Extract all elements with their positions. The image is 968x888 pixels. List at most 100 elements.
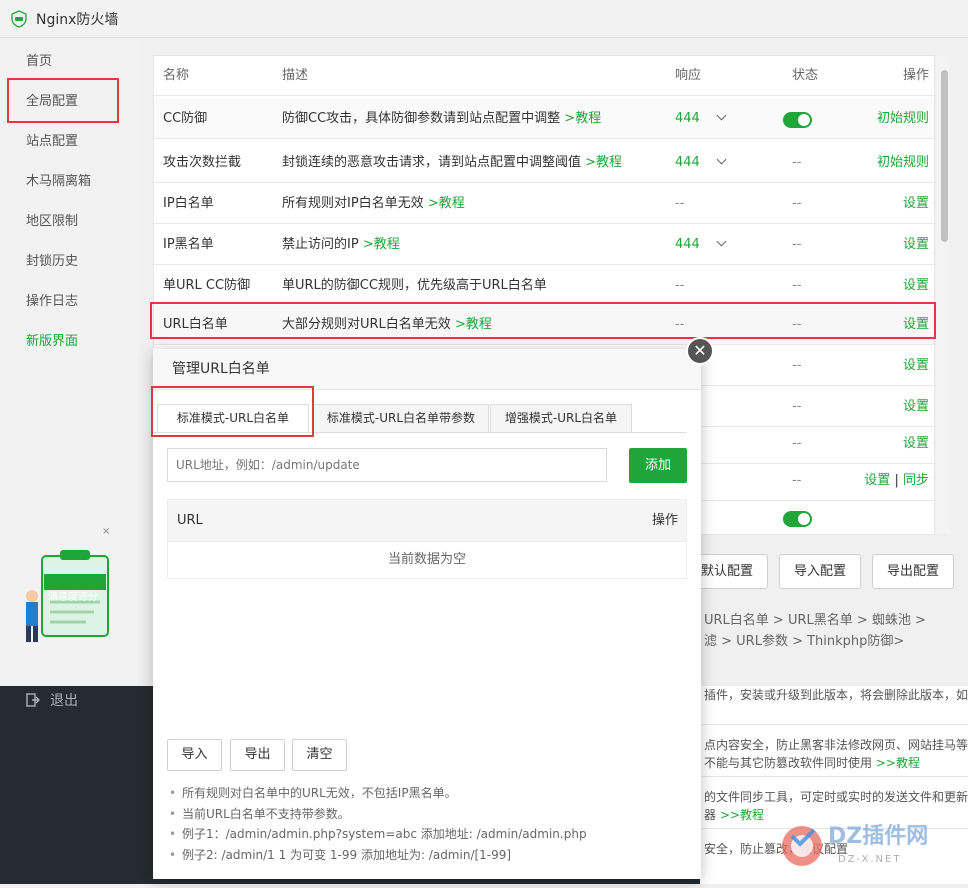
status-value: -- [792, 278, 802, 293]
plugin-desc: 不能与其它防篡改软件同时使用 >>教程 [704, 756, 920, 770]
tutorial-link[interactable]: >教程 [564, 111, 601, 126]
dz-watermark-logo: DZ插件网 DZ-X.NET [778, 808, 968, 884]
watermark-domain: DZ-X.NET [838, 854, 902, 865]
settings-sync-links: 设置 | 同步 [864, 461, 929, 501]
sidebar-item-trojan-quarantine[interactable]: 木马隔离箱 [26, 170, 91, 189]
rule-desc: 防御CC攻击，具体防御参数请到站点配置中调整 >教程 [282, 111, 602, 126]
add-button[interactable]: 添加 [629, 448, 687, 483]
col-url-header: URL [177, 513, 203, 528]
col-name-header: 名称 [163, 68, 190, 83]
empty-state: 当前数据为空 [167, 542, 687, 579]
plugin-desc: 点内容安全，防止黑客非法修改网页、网站挂马等入 [704, 738, 968, 752]
highlight-box-global-config [7, 78, 119, 123]
settings-link[interactable]: 设置 [903, 424, 929, 464]
response-select[interactable]: 444 [675, 143, 727, 183]
tutorial-link[interactable]: >>教程 [876, 756, 920, 770]
import-config-button[interactable]: 导入配置 [779, 554, 861, 589]
sidebar-item-region-limit[interactable]: 地区限制 [26, 210, 78, 229]
chevron-down-icon [716, 236, 727, 247]
export-button[interactable]: 导出 [230, 739, 285, 771]
plugin-desc: 器 >>教程 [704, 808, 764, 822]
settings-link[interactable]: 设置 [903, 184, 929, 224]
breadcrumb-line-1: URL白名单 > URL黑名单 > 蜘蛛池 > [704, 613, 926, 628]
highlight-box-active-tab [151, 386, 314, 437]
rule-desc: 所有规则对IP白名单无效 >教程 [282, 196, 465, 211]
sidebar-item-operation-log[interactable]: 操作日志 [26, 290, 78, 309]
shield-logo-icon [11, 9, 27, 28]
plugin-desc: 的文件同步工具，可定时或实时的发送文件和更新文 [704, 790, 968, 804]
import-button[interactable]: 导入 [167, 739, 222, 771]
link-separator: | [894, 473, 899, 488]
help-note: 所有规则对白名单中的URL无效，不包括IP黑名单。 [169, 783, 689, 804]
status-toggle[interactable] [783, 112, 812, 128]
highlight-box-url-whitelist-row [150, 302, 936, 339]
sidebar-item-new-ui[interactable]: 新版界面 [26, 330, 78, 349]
status-value: -- [792, 399, 802, 414]
url-input[interactable] [167, 448, 607, 482]
settings-link[interactable]: 设置 [903, 387, 929, 427]
window-titlebar: Nginx防火墙 [0, 0, 968, 38]
rule-desc: 单URL的防御CC规则，优先级高于URL白名单 [282, 278, 547, 293]
rule-desc: 封锁连续的恶意攻击请求，请到站点配置中调整阈值 >教程 [282, 155, 623, 170]
tutorial-link[interactable]: >教程 [585, 155, 622, 170]
status-value: -- [792, 237, 802, 252]
window-title: Nginx防火墙 [36, 11, 119, 28]
status-value: -- [792, 358, 802, 373]
status-value: -- [792, 473, 802, 488]
rule-name: IP白名单 [163, 196, 214, 211]
status-value: -- [792, 196, 802, 211]
help-notes: 所有规则对白名单中的URL无效，不包括IP黑名单。 当前URL白名单不支持带参数… [169, 783, 689, 865]
table-row: 攻击次数拦截 封锁连续的恶意攻击请求，请到站点配置中调整阈值 >教程 444 -… [154, 143, 934, 183]
init-rules-link[interactable]: 初始规则 [877, 143, 929, 183]
rule-name: IP黑名单 [163, 237, 214, 252]
response-select[interactable]: 444 [675, 99, 727, 139]
tab-enhanced-url-whitelist[interactable]: 增强模式-URL白名单 [490, 404, 632, 433]
breadcrumb-line-2: 滤 > URL参数 > Thinkphp防御> [704, 634, 905, 649]
col-resp-header: 响应 [675, 68, 702, 83]
sync-link[interactable]: 同步 [903, 473, 929, 488]
plugin-desc: 插件，安装或升级到此版本，将会删除此版本，如 [704, 688, 968, 702]
help-note: 例子2: /admin/1 1 为可变 1-99 添加地址为: /admin/[… [169, 845, 689, 866]
svg-text:×: × [102, 526, 110, 537]
sidebar-item-site-config[interactable]: 站点配置 [26, 130, 78, 149]
response-select[interactable]: 444 [675, 225, 727, 265]
col-desc-header: 描述 [282, 68, 309, 83]
status-toggle[interactable] [783, 511, 812, 527]
satisfaction-survey-widget[interactable]: × 满意度评分 [14, 514, 114, 644]
close-icon[interactable]: ✕ [686, 337, 714, 365]
chevron-down-icon [716, 154, 727, 165]
tutorial-link[interactable]: >教程 [363, 237, 400, 252]
table-row: IP白名单 所有规则对IP白名单无效 >教程 -- -- 设置 [154, 184, 934, 224]
rule-desc: 禁止访问的IP >教程 [282, 237, 400, 252]
tutorial-link[interactable]: >教程 [428, 196, 465, 211]
settings-link[interactable]: 设置 [903, 266, 929, 306]
chevron-down-icon [716, 110, 727, 121]
tab-standard-url-whitelist-params[interactable]: 标准模式-URL白名单带参数 [313, 404, 489, 433]
init-rules-link[interactable]: 初始规则 [877, 99, 929, 139]
rule-name: CC防御 [163, 111, 208, 126]
table-row: 单URL CC防御 单URL的防御CC规则，优先级高于URL白名单 -- -- … [154, 266, 934, 306]
table-scrollbar-thumb[interactable] [941, 70, 948, 242]
clipboard-survey-icon: × [26, 526, 110, 642]
rule-name: 攻击次数拦截 [163, 155, 242, 170]
status-value: -- [792, 436, 802, 451]
col-op-header: 操作 [651, 513, 678, 528]
settings-link[interactable]: 设置 [864, 473, 890, 488]
col-status-header: 状态 [792, 68, 819, 83]
settings-link[interactable]: 设置 [903, 346, 929, 386]
tutorial-link[interactable]: >>教程 [720, 808, 764, 822]
clear-button[interactable]: 清空 [292, 739, 347, 771]
col-op-header: 操作 [902, 68, 929, 83]
sidebar-item-block-history[interactable]: 封锁历史 [26, 250, 78, 269]
logout-button[interactable]: 退出 [26, 690, 78, 710]
table-header: 名称 描述 响应 状态 操作 [154, 56, 934, 96]
settings-link[interactable]: 设置 [903, 225, 929, 265]
logout-label: 退出 [50, 693, 78, 709]
help-note: 例子1：/admin/admin.php?system=abc 添加地址: /a… [169, 824, 689, 845]
whitelist-table-header: URL 操作 [167, 499, 687, 542]
status-value: -- [792, 155, 802, 170]
logout-icon [26, 693, 40, 707]
table-row: CC防御 防御CC攻击，具体防御参数请到站点配置中调整 >教程 444 初始规则 [154, 99, 934, 139]
sidebar-item-home[interactable]: 首页 [26, 50, 52, 69]
export-config-button[interactable]: 导出配置 [872, 554, 954, 589]
